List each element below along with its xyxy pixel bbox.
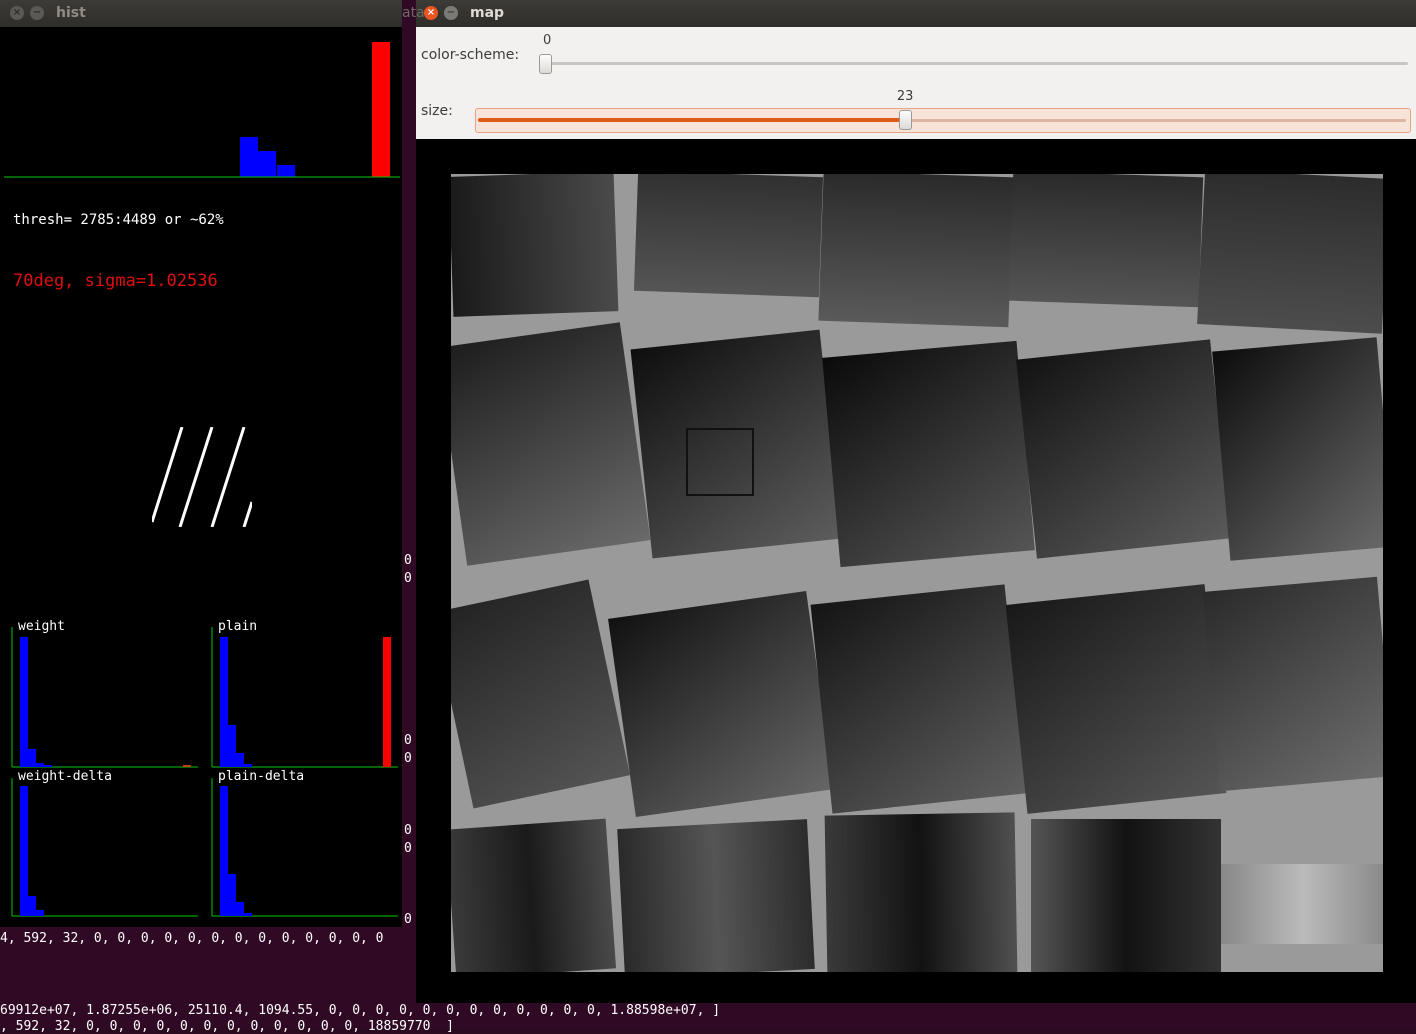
plot-bar [228,874,236,916]
plot-bar-red [183,765,191,767]
hist-canvas: thresh= 2785:4489 or ~62% 70deg, sigma=1… [0,27,402,927]
plain-delta-plot [211,778,398,917]
histogram-bar [258,151,276,177]
plain-delta-label: plain-delta [218,769,305,784]
window-title: hist [56,5,86,21]
map-tile [818,174,1014,328]
color-scheme-label: color-scheme: [421,47,520,63]
plot-bar [236,902,244,916]
window-title: map [470,5,505,21]
terminal-digit: 0 [404,912,412,927]
size-value: 23 [896,89,914,104]
terminal-digit: 0 [404,751,412,766]
close-icon[interactable]: × [10,6,24,20]
plot-bar [228,725,236,767]
hist-window: × − hist thresh= 2785:4489 or ~62% 70deg… [0,0,402,927]
color-scheme-slider-handle[interactable] [539,54,552,74]
histogram-bar [372,42,390,177]
plot-bar-red [383,637,391,767]
map-controls: color-scheme: 0 size: 23 [416,27,1416,139]
weight-delta-plot [11,778,198,917]
map-tile [810,584,1027,814]
terminal-digit: 0 [404,733,412,748]
plot-bar [236,753,244,767]
stripe-pattern-preview [152,427,252,527]
plot-bar [28,896,36,916]
map-tile [822,340,1035,568]
plain-plot [211,627,398,768]
terminal-line-2: 69912e+07, 1.87255e+06, 25110.4, 1094.55… [0,1003,721,1018]
map-tile [1008,174,1204,308]
plot-bar [36,763,44,767]
map-tile [451,818,617,972]
terminal-digit: 0 [404,571,412,586]
map-tile [451,174,619,317]
map-image[interactable] [416,139,1416,1003]
map-tile [617,819,815,972]
minimize-icon[interactable]: − [30,6,44,20]
selection-box[interactable] [686,428,754,496]
terminal-digit: 0 [404,553,412,568]
plot-bar [36,910,44,916]
inactive-title-fragment: ata [402,5,425,21]
plot-bar [220,637,228,767]
terminal-digit: 0 [404,823,412,838]
top-histogram [4,42,400,178]
map-tile [1031,819,1221,972]
minimize-icon[interactable]: − [444,6,458,20]
plot-bar [244,913,252,916]
map-tile [608,591,834,817]
map-tile [451,322,651,566]
plot-bar [44,765,52,767]
plot-bar [244,764,252,767]
map-tile [1202,576,1383,792]
map-texture[interactable] [451,174,1383,972]
map-tile [1005,584,1227,814]
size-label: size: [421,103,453,119]
plot-bar [220,786,228,916]
size-slider-fill [478,118,905,122]
map-tile [1212,337,1383,561]
plain-label: plain [218,619,258,634]
size-slider-handle[interactable] [898,110,912,130]
map-tile [1221,864,1383,944]
histogram-bar [277,165,295,177]
histogram-bar [240,137,258,177]
color-scheme-value: 0 [543,33,552,48]
weight-label: weight [18,619,65,634]
thresh-text: thresh= 2785:4489 or ~62% [13,212,224,228]
map-tile [1197,174,1383,334]
close-icon[interactable]: × [424,6,438,20]
map-tile [451,579,631,809]
angle-text: 70deg, sigma=1.02536 [13,271,218,291]
map-titlebar[interactable]: × − map [416,0,1416,27]
plot-bar [20,786,28,916]
weight-delta-label: weight-delta [18,769,112,784]
plot-bar [20,637,28,767]
plot-bar [28,749,36,767]
color-scheme-slider[interactable] [543,62,1408,65]
terminal-digit: 0 [404,841,412,856]
terminal-line-1: 4, 592, 32, 0, 0, 0, 0, 0, 0, 0, 0, 0, 0… [0,931,384,946]
hist-titlebar[interactable]: × − hist [0,0,402,27]
weight-plot [11,627,198,768]
map-tile [824,812,1018,972]
map-tile [633,174,824,298]
map-tile [1016,339,1231,559]
terminal-line-3: , 592, 32, 0, 0, 0, 0, 0, 0, 0, 0, 0, 0,… [0,1019,454,1034]
